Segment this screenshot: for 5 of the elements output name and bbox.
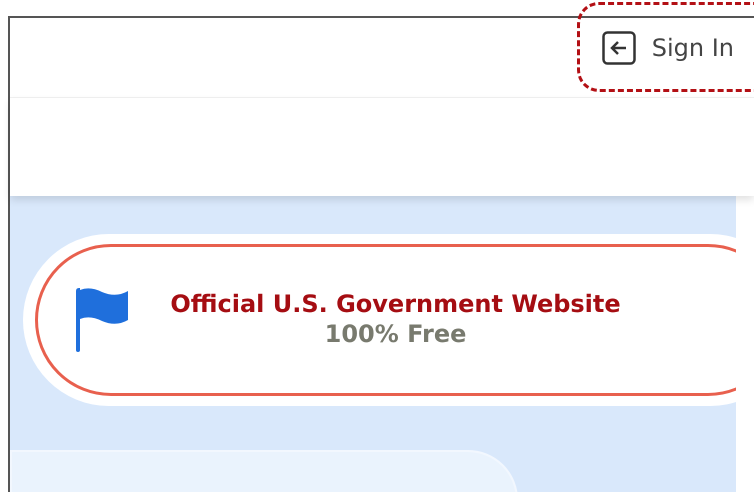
sign-in-icon: [602, 30, 636, 64]
sign-in-button[interactable]: Sign In: [602, 30, 734, 66]
banner-subtitle: 100% Free: [324, 318, 466, 350]
banner-title: Official U.S. Government Website: [170, 290, 621, 319]
flag-icon: [76, 288, 130, 352]
